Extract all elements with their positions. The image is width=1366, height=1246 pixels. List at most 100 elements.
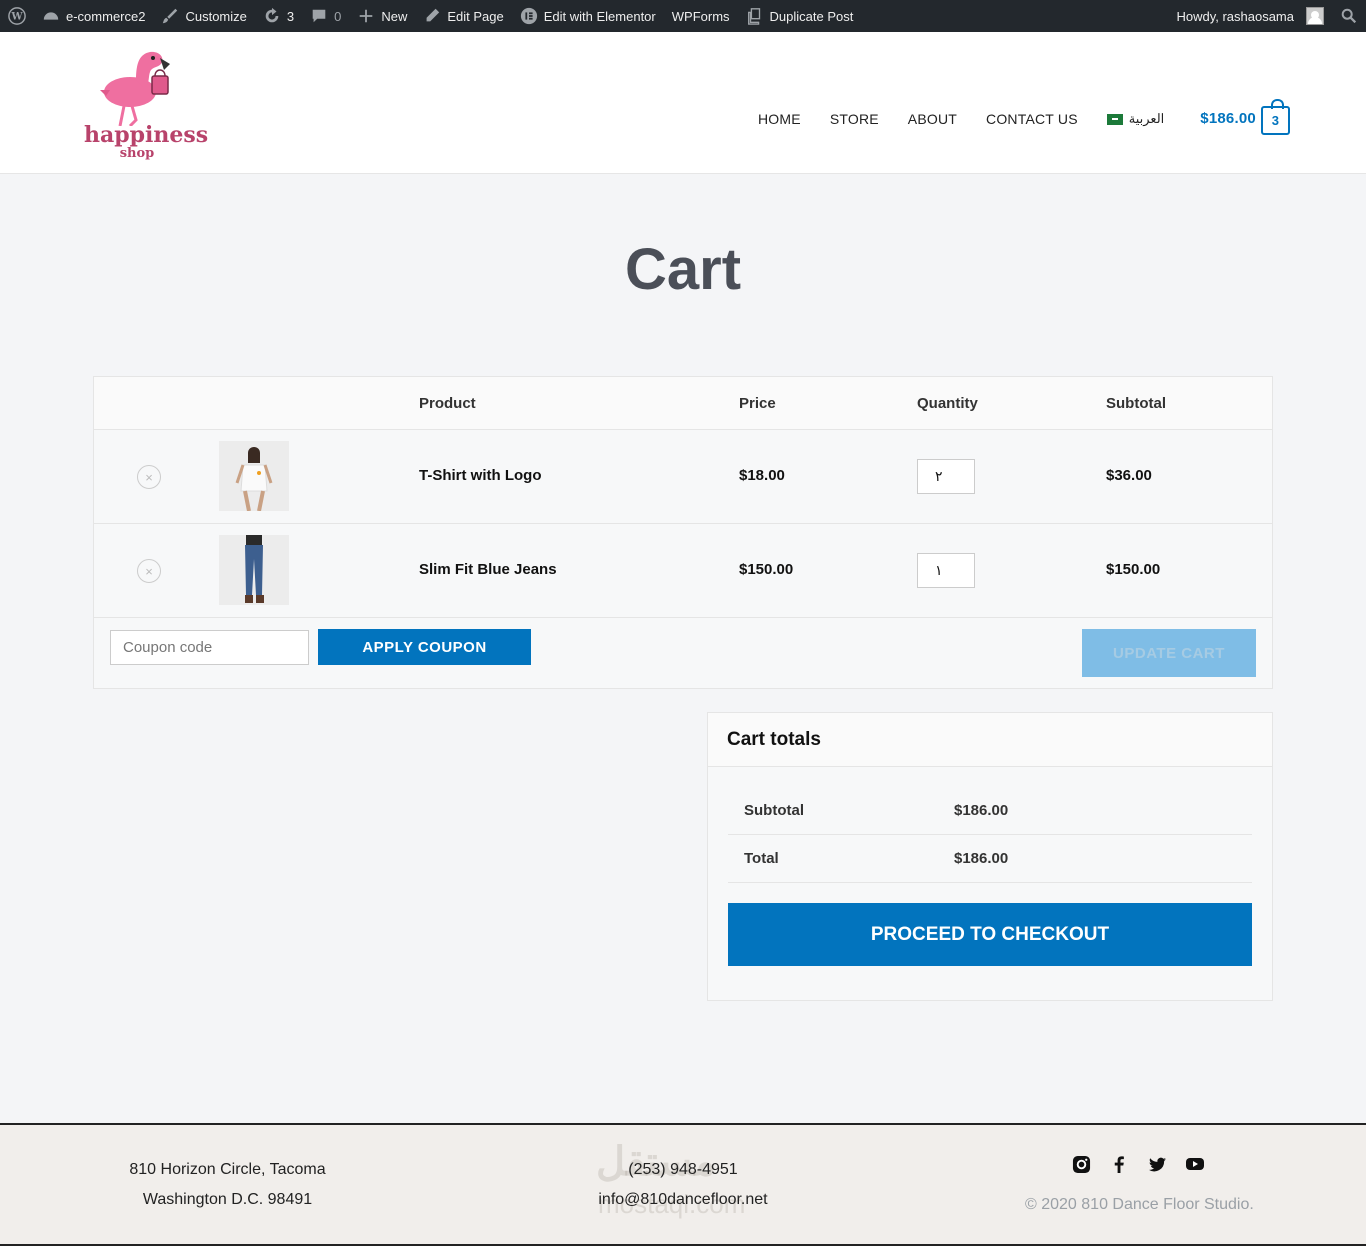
site-logo[interactable]: happiness shop	[84, 46, 209, 170]
product-price: $150.00	[739, 561, 794, 578]
cart-bag-icon[interactable]: 3	[1260, 99, 1290, 135]
header-product: Product	[419, 395, 476, 412]
updates-link[interactable]: 3	[255, 0, 302, 32]
nav-item-about[interactable]: ABOUT	[908, 111, 957, 127]
close-icon: ×	[145, 469, 153, 485]
cart-actions: Coupon code APPLY COUPON UPDATE CART	[94, 618, 1272, 688]
totals-total-value: $186.00	[954, 850, 1009, 867]
duplicate-icon	[747, 8, 760, 25]
saudi-flag-icon	[1106, 113, 1123, 125]
elementor-link[interactable]: Edit with Elementor	[512, 0, 664, 32]
duplicate-post-link[interactable]: Duplicate Post	[738, 0, 862, 32]
header-subtotal: Subtotal	[1106, 395, 1166, 412]
update-cart-button[interactable]: UPDATE CART	[1082, 629, 1256, 677]
edit-page-label: Edit Page	[447, 8, 504, 24]
coupon-code-input[interactable]: Coupon code	[110, 630, 309, 665]
header-quantity: Quantity	[917, 395, 978, 412]
footer-phone[interactable]: (253) 948-4951	[583, 1161, 783, 1179]
cart-row: × Slim Fit Blue Jeans $150.00 ١ $150.00	[94, 524, 1272, 618]
search-icon	[1341, 8, 1357, 24]
product-name-link[interactable]: T-Shirt with Logo	[419, 467, 541, 484]
remove-item-button[interactable]: ×	[137, 559, 161, 583]
cart-totals: Cart totals Subtotal $186.00 Total $186.…	[707, 712, 1273, 1001]
cart-count: 3	[1271, 113, 1280, 128]
product-subtotal: $36.00	[1106, 467, 1152, 484]
footer-copyright: © 2020 810 Dance Floor Studio.	[1025, 1196, 1254, 1213]
refresh-icon	[265, 7, 279, 23]
twitter-icon[interactable]	[1147, 1154, 1167, 1174]
comments-count: 0	[334, 8, 342, 24]
flamingo-logo-icon	[100, 51, 170, 128]
customize-link[interactable]: Customize	[153, 0, 254, 32]
nav-item-store[interactable]: STORE	[830, 111, 879, 127]
wordpress-logo-button[interactable]: W	[0, 0, 34, 32]
brush-icon	[163, 8, 178, 24]
product-thumbnail[interactable]	[219, 441, 289, 511]
quantity-input[interactable]: ١	[917, 553, 975, 588]
howdy-label: Howdy, rashaosama	[1176, 8, 1294, 24]
nav-item-contact[interactable]: CONTACT US	[986, 111, 1078, 127]
svg-text:W: W	[10, 12, 23, 23]
comments-link[interactable]: 0	[302, 0, 349, 32]
wpforms-label: WPForms	[671, 8, 730, 24]
wordpress-icon: W	[8, 7, 26, 25]
totals-subtotal-row: Subtotal $186.00	[728, 787, 1252, 835]
wp-admin-bar: W e-commerce2 Customize 3 0 New Edit Pag…	[0, 0, 1366, 32]
quantity-input[interactable]: ٢	[917, 459, 975, 494]
footer-address-line2: Washington D.C. 98491	[142, 1191, 313, 1208]
customize-label: Customize	[185, 8, 247, 24]
main-navigation: HOME STORE ABOUT CONTACT US العربية $186…	[758, 99, 1290, 135]
totals-subtotal-label: Subtotal	[744, 802, 804, 819]
instagram-icon[interactable]	[1071, 1154, 1091, 1174]
pencil-icon	[426, 8, 440, 22]
product-price: $18.00	[739, 467, 785, 484]
site-name-label: e-commerce2	[66, 8, 146, 24]
totals-total-row: Total $186.00	[728, 835, 1252, 883]
wpforms-link[interactable]: WPForms	[664, 0, 738, 32]
language-label: العربية	[1128, 110, 1165, 126]
cart-row: × T-Shirt with Logo $18.00 ٢ $36.00	[94, 430, 1272, 524]
social-links	[1071, 1154, 1205, 1174]
new-content-link[interactable]: New	[349, 0, 415, 32]
duplicate-label: Duplicate Post	[769, 8, 854, 24]
jeans-model-image	[219, 535, 289, 605]
cart-table: Product Price Quantity Subtotal × T-Shir…	[93, 376, 1273, 689]
cart-totals-title: Cart totals	[708, 713, 1272, 767]
apply-coupon-button[interactable]: APPLY COUPON	[318, 629, 531, 665]
elementor-icon	[520, 7, 537, 25]
edit-page-link[interactable]: Edit Page	[415, 0, 511, 32]
facebook-icon[interactable]	[1109, 1154, 1129, 1174]
youtube-icon[interactable]	[1185, 1154, 1205, 1174]
product-thumbnail[interactable]	[219, 535, 289, 605]
admin-search-button[interactable]	[1332, 0, 1366, 32]
account-menu[interactable]: Howdy, rashaosama	[1168, 0, 1332, 32]
site-name-link[interactable]: e-commerce2	[34, 0, 153, 32]
logo-text: happiness	[84, 122, 209, 148]
cart-table-header: Product Price Quantity Subtotal	[94, 377, 1272, 430]
plus-icon	[360, 9, 373, 23]
close-icon: ×	[145, 563, 153, 579]
product-name-link[interactable]: Slim Fit Blue Jeans	[419, 561, 557, 578]
nav-item-home[interactable]: HOME	[758, 111, 801, 127]
totals-total-label: Total	[744, 850, 779, 867]
footer-email[interactable]: info@810dancefloor.net	[583, 1191, 783, 1209]
totals-subtotal-value: $186.00	[954, 802, 1009, 819]
product-subtotal: $150.00	[1106, 561, 1161, 578]
remove-item-button[interactable]: ×	[137, 465, 161, 489]
logo-subtext: shop	[119, 146, 155, 161]
tshirt-model-image	[219, 441, 289, 511]
header-price: Price	[739, 395, 776, 412]
language-switcher[interactable]: العربية	[1106, 110, 1165, 127]
proceed-to-checkout-button[interactable]: PROCEED TO CHECKOUT	[728, 903, 1252, 966]
avatar	[1306, 7, 1324, 25]
header-cart-total[interactable]: $186.00	[1200, 110, 1256, 127]
comment-icon	[312, 9, 326, 23]
elementor-label: Edit with Elementor	[543, 8, 656, 24]
page-title: Cart	[624, 237, 742, 302]
site-footer: 810 Horizon Circle, Tacoma Washington D.…	[0, 1123, 1366, 1246]
new-label: New	[381, 8, 408, 24]
dashboard-icon	[43, 12, 59, 20]
site-header: happiness shop HOME STORE ABOUT CONTACT …	[0, 32, 1366, 174]
footer-address-line1: 810 Horizon Circle, Tacoma	[129, 1161, 326, 1178]
updates-count: 3	[286, 8, 295, 24]
